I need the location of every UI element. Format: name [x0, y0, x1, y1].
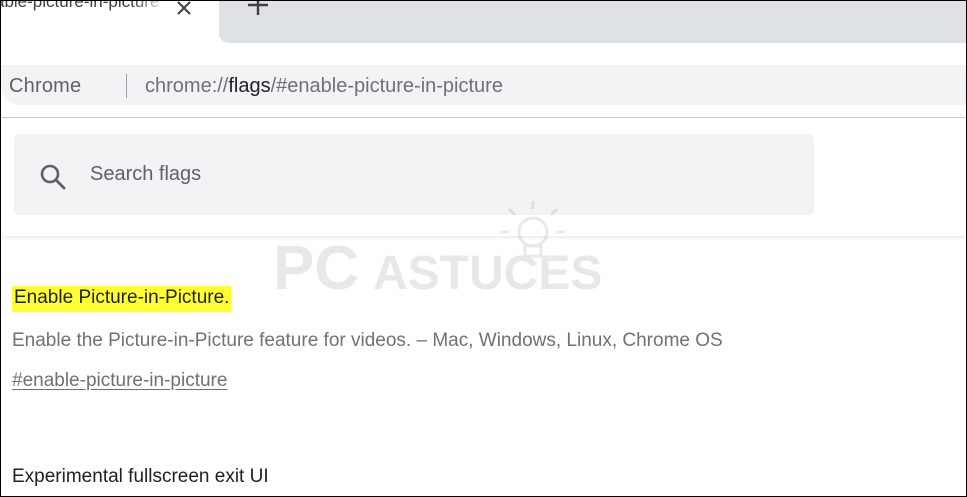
flag-anchor-link[interactable]: #enable-picture-in-picture [12, 370, 227, 392]
url-path: /#enable-picture-in-picture [270, 75, 503, 97]
flag-title: Experimental fullscreen exit UI [12, 466, 269, 487]
tab-strip-background [219, 1, 966, 43]
flag-title: Enable Picture-in-Picture. [12, 286, 232, 312]
close-icon[interactable] [173, 0, 195, 19]
address-bar[interactable]: Chrome chrome://flags/#enable-picture-in… [1, 65, 966, 105]
toolbar: Chrome chrome://flags/#enable-picture-in… [1, 43, 966, 118]
url-host: flags [228, 75, 271, 97]
search-placeholder: Search flags [90, 163, 202, 185]
url-scheme: chrome:// [145, 75, 229, 97]
site-chip: Chrome [9, 75, 82, 97]
url-text[interactable]: chrome://flags/#enable-picture-in-pictur… [145, 75, 503, 98]
svg-text:PC: PC [273, 234, 359, 303]
tab-title: able-picture-in-picture [0, 0, 160, 11]
flag-description: Enable the Picture-in-Picture feature fo… [12, 330, 723, 351]
plus-icon[interactable] [246, 0, 270, 19]
divider [126, 74, 127, 98]
svg-text:ASTUCES: ASTUCES [373, 247, 602, 300]
tab-strip: able-picture-in-picture [1, 1, 966, 43]
search-header: Search flags [1, 118, 966, 236]
active-tab[interactable]: able-picture-in-picture [1, 1, 219, 43]
search-icon [40, 164, 66, 190]
search-input[interactable]: Search flags [14, 134, 814, 215]
browser-window: able-picture-in-picture Chrome chrome://… [0, 0, 967, 497]
